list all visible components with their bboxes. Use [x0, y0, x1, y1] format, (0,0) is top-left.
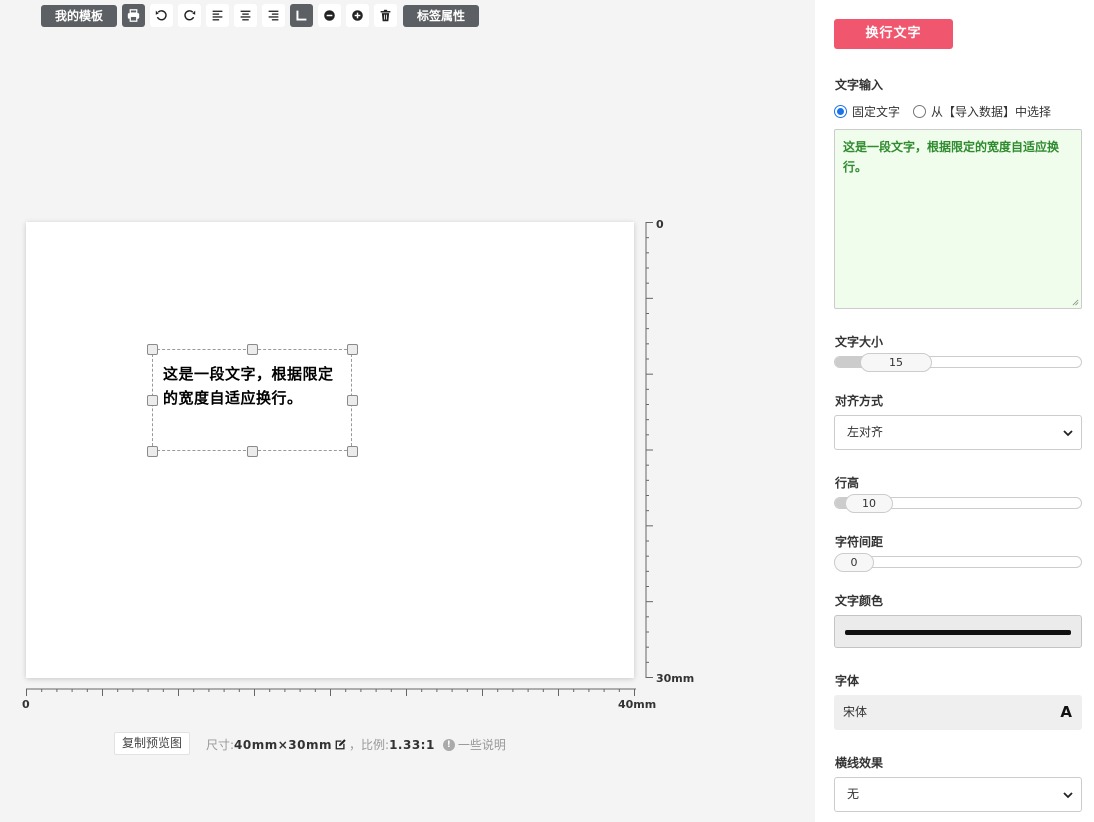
ratio-value: 1.33:1	[389, 737, 435, 752]
font-icon: A	[1060, 703, 1072, 721]
line-height-slider[interactable]: 10	[834, 494, 1082, 513]
size-value: 40mm×30mm	[234, 737, 333, 752]
zoom-out-icon	[324, 10, 335, 21]
undo-icon	[155, 10, 167, 21]
radio-fixed-text[interactable]	[834, 105, 847, 118]
align-select-value: 左对齐	[847, 425, 884, 439]
underline-select-value: 无	[847, 787, 860, 801]
vertical-ruler	[645, 222, 653, 678]
textarea-resize-grip-icon[interactable]	[1072, 299, 1079, 306]
align-right-icon	[268, 10, 279, 21]
letter-spacing-slider[interactable]: 0	[834, 553, 1082, 572]
delete-button[interactable]	[374, 4, 398, 27]
align-center-button[interactable]	[234, 4, 258, 27]
resize-handle-bottom-left[interactable]	[147, 446, 158, 457]
align-label: 对齐方式	[835, 394, 884, 408]
text-source-options: 固定文字 从【导入数据】中选择	[834, 103, 1051, 120]
zoom-out-button[interactable]	[318, 4, 342, 27]
label-info: 尺寸: 40mm×30mm ，比例: 1.33:1 ! 一些说明	[206, 736, 506, 753]
letter-spacing-label: 字符间距	[835, 535, 884, 549]
corner-icon	[296, 10, 307, 21]
resize-handle-right[interactable]	[347, 395, 358, 406]
align-right-button[interactable]	[262, 4, 286, 27]
font-picker-value: 宋体	[843, 705, 868, 719]
text-color-label: 文字颜色	[835, 594, 884, 608]
trash-icon	[380, 9, 391, 22]
resize-handle-left[interactable]	[147, 395, 158, 406]
align-center-icon	[240, 10, 251, 21]
print-icon	[127, 9, 140, 22]
vertical-ruler-end-label: 30mm	[656, 672, 695, 685]
horizontal-ruler-end-label: 40mm	[618, 698, 657, 711]
redo-button[interactable]	[178, 4, 202, 27]
label-canvas[interactable]: 这是一段文字，根据限定的宽度自适应换行。	[26, 222, 634, 678]
font-picker[interactable]: 宋体 A	[834, 695, 1082, 730]
line-height-label: 行高	[835, 476, 860, 490]
info-icon: !	[442, 738, 455, 751]
chevron-down-icon	[1063, 430, 1073, 437]
toolbar: 我的模板 标签属性	[41, 4, 480, 27]
panel-title: 换行文字	[834, 19, 953, 49]
text-color-swatch	[845, 630, 1071, 635]
label-properties-button[interactable]: 标签属性	[403, 4, 480, 27]
resize-handle-bottom[interactable]	[247, 446, 258, 457]
letter-spacing-slider-thumb[interactable]: 0	[834, 553, 874, 572]
note-link[interactable]: 一些说明	[458, 736, 506, 753]
resize-handle-top-left[interactable]	[147, 344, 158, 355]
align-left-button[interactable]	[206, 4, 230, 27]
horizontal-ruler	[26, 688, 636, 696]
radio-import-data-label[interactable]: 从【导入数据】中选择	[931, 103, 1051, 120]
zoom-in-button[interactable]	[346, 4, 370, 27]
vertical-ruler-start-label: 0	[656, 218, 664, 231]
font-size-label: 文字大小	[835, 335, 884, 349]
align-left-icon	[212, 10, 223, 21]
resize-handle-top-right[interactable]	[347, 344, 358, 355]
underline-label: 横线效果	[835, 756, 884, 770]
properties-panel: 换行文字 文字输入 固定文字 从【导入数据】中选择 这是一段文字，根据限定的宽度…	[815, 0, 1094, 822]
radio-fixed-text-label[interactable]: 固定文字	[852, 103, 900, 120]
resize-handle-bottom-right[interactable]	[347, 446, 358, 457]
text-element[interactable]: 这是一段文字，根据限定的宽度自适应换行。	[147, 344, 358, 457]
text-element-content: 这是一段文字，根据限定的宽度自适应换行。	[163, 365, 334, 407]
redo-icon	[184, 10, 196, 21]
chevron-down-icon	[1063, 792, 1073, 799]
ratio-prefix: ，比例:	[349, 738, 390, 752]
resize-handle-top[interactable]	[247, 344, 258, 355]
horizontal-ruler-start-label: 0	[22, 698, 30, 711]
copy-preview-button[interactable]: 复制预览图	[114, 732, 191, 755]
radio-import-data[interactable]	[913, 105, 927, 118]
my-templates-button[interactable]: 我的模板	[41, 4, 118, 27]
align-select[interactable]: 左对齐	[834, 415, 1082, 450]
text-input-value: 这是一段文字，根据限定的宽度自适应换行。	[843, 140, 1060, 174]
text-input-area[interactable]: 这是一段文字，根据限定的宽度自适应换行。	[834, 129, 1082, 309]
print-button[interactable]	[122, 4, 146, 27]
font-size-slider-thumb[interactable]: 15	[860, 353, 932, 372]
font-size-slider[interactable]: 15	[834, 353, 1082, 372]
undo-button[interactable]	[150, 4, 174, 27]
underline-select[interactable]: 无	[834, 777, 1082, 812]
text-input-label: 文字输入	[835, 78, 884, 92]
size-prefix: 尺寸:	[206, 738, 235, 752]
zoom-in-icon	[352, 10, 363, 21]
edit-size-icon[interactable]	[334, 738, 347, 751]
text-color-picker[interactable]	[834, 615, 1082, 648]
line-height-slider-thumb[interactable]: 10	[845, 494, 893, 513]
font-label: 字体	[835, 674, 860, 688]
corner-button[interactable]	[290, 4, 314, 27]
